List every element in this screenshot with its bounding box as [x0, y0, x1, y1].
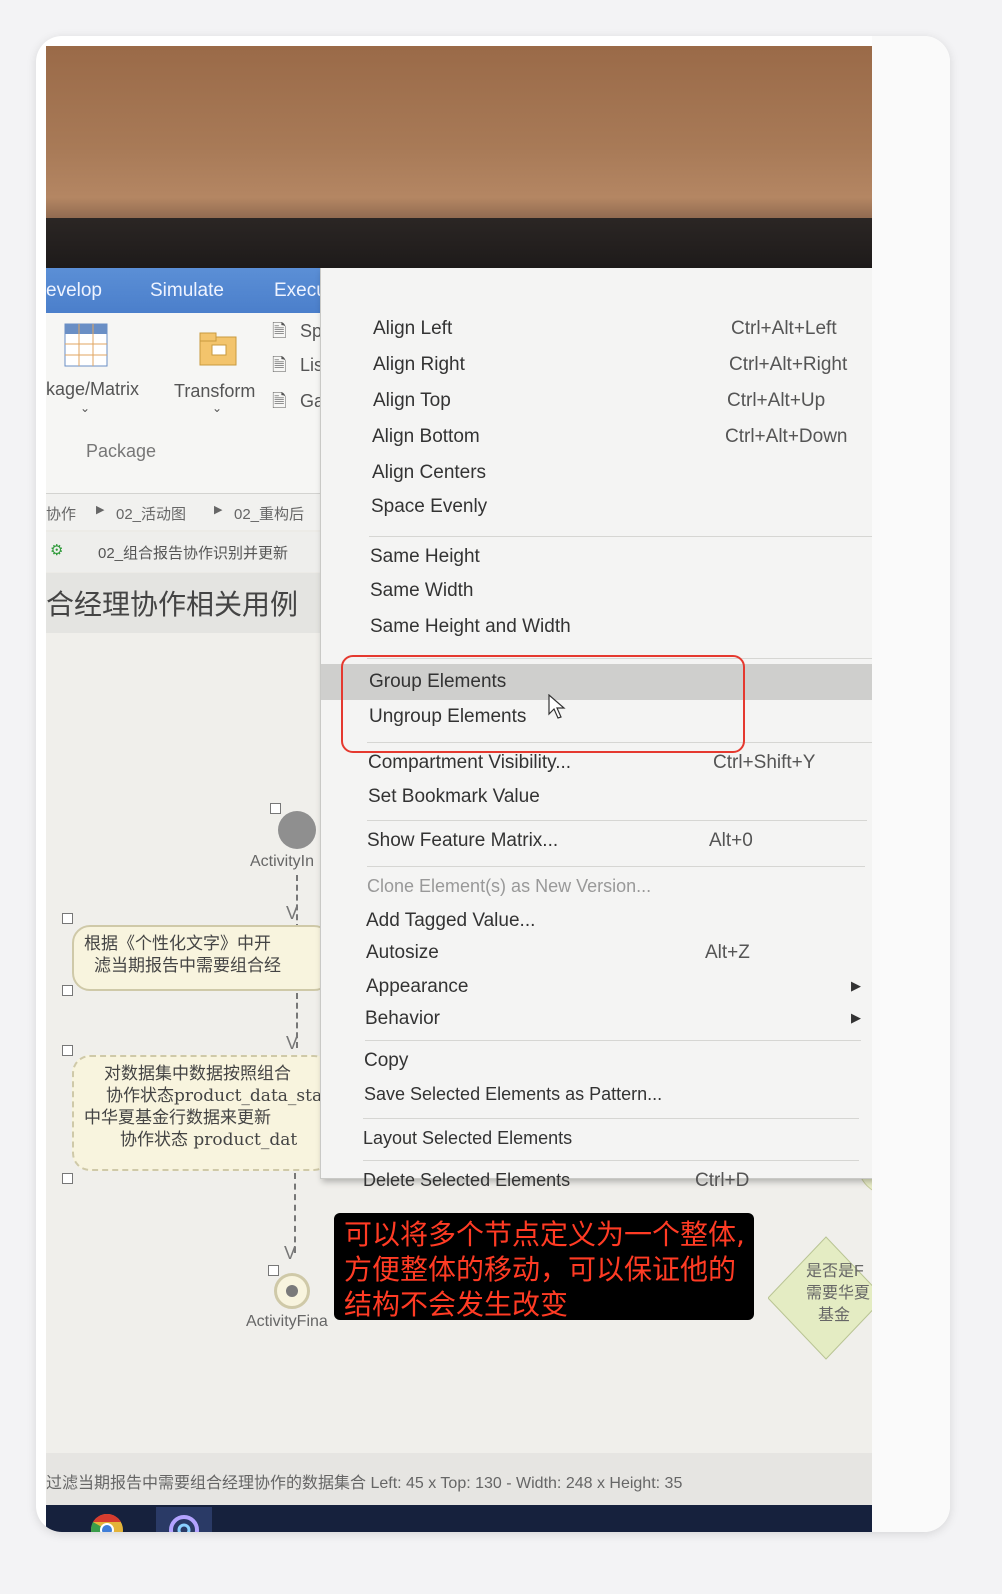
- wall-background: [46, 46, 884, 231]
- arrow-down-icon: V: [286, 1033, 299, 1053]
- tab-simulate[interactable]: Simulate: [150, 280, 224, 302]
- status-bar: 过滤当期报告中需要组合经理协作的数据集合 Left: 45 x Top: 130…: [46, 1453, 884, 1505]
- tab-develop[interactable]: evelop: [46, 280, 102, 302]
- annotation-highlight-box: [341, 655, 745, 753]
- breadcrumb-item[interactable]: 协作: [46, 503, 76, 524]
- activity-node-update[interactable]: 对数据集中数据按照组合 协作状态product_data_stat 中华夏基金行…: [72, 1055, 332, 1171]
- node-text-line: 中华夏基金行数据来更新: [84, 1108, 271, 1128]
- node-text-line: 协作状态product_data_stat: [106, 1086, 329, 1106]
- transform-button[interactable]: Transform: [174, 381, 255, 402]
- photo-card: evelop Simulate Execu kage/Matrix ⌄ Tran…: [36, 36, 950, 1532]
- chevron-down-icon[interactable]: ⌄: [80, 401, 90, 415]
- diagram-icon: ⚙: [50, 542, 64, 559]
- final-node[interactable]: [274, 1273, 310, 1309]
- menu-item-set-bookmark-value[interactable]: Set Bookmark Value: [321, 780, 884, 814]
- menu-item-align-bottom[interactable]: Align Bottom Ctrl+Alt+Down: [321, 420, 884, 454]
- menu-item-same-width[interactable]: Same Width: [321, 574, 884, 608]
- menu-item-align-right[interactable]: Align Right Ctrl+Alt+Right: [321, 348, 884, 382]
- menu-item-space-evenly[interactable]: Space Evenly▶: [321, 490, 884, 524]
- diagram-title: 合经理协作相关用例: [46, 573, 326, 633]
- menu-item-clone-element[interactable]: Clone Element(s) as New Version...: [321, 870, 884, 904]
- caption-line: 方便整体的移动，可以保证他的: [344, 1253, 737, 1286]
- chrome-icon[interactable]: [90, 1513, 124, 1532]
- taskbar-active-app[interactable]: [156, 1507, 212, 1532]
- menu-item-add-tagged-value[interactable]: Add Tagged Value...: [321, 904, 884, 938]
- submenu-arrow-icon: ▶: [851, 1010, 861, 1025]
- menu-separator: [367, 820, 867, 821]
- menu-item-behavior[interactable]: Behavior ▶: [321, 1002, 884, 1036]
- diagram-tab[interactable]: ⚙ 02_组合报告协作识别并更新: [46, 532, 326, 572]
- status-bar-text: 过滤当期报告中需要组合经理协作的数据集合 Left: 45 x Top: 130…: [46, 1475, 683, 1492]
- activity-node-filter[interactable]: 根据《个性化文字》中开 滤当期报告中需要组合经: [72, 925, 332, 991]
- ribbon-panel: kage/Matrix ⌄ Transform ⌄ 🗎 Sp 🗎 Lis 🗎 G…: [46, 313, 326, 494]
- menu-separator: [363, 1160, 859, 1161]
- submenu-arrow-icon: ▶: [851, 978, 861, 993]
- menu-item-autosize[interactable]: Autosize Alt+Z: [321, 936, 884, 970]
- menu-separator: [363, 1118, 859, 1119]
- menu-item-show-feature-matrix[interactable]: Show Feature Matrix... Alt+0: [321, 824, 884, 858]
- menu-item-delete-selected[interactable]: Delete Selected Elements Ctrl+D: [321, 1164, 884, 1198]
- subtitle-caption: 可以将多个节点定义为一个整体, 方便整体的移动，可以保证他的 结构不会发生改变: [334, 1213, 754, 1321]
- menu-item-layout-selected[interactable]: Layout Selected Elements: [321, 1122, 884, 1156]
- menu-item-same-height[interactable]: Same Height: [321, 540, 884, 574]
- doc-icon: 🗎: [272, 321, 287, 341]
- selection-handle[interactable]: [62, 985, 73, 996]
- flow-connector[interactable]: [294, 1173, 296, 1253]
- selection-handle[interactable]: [62, 1173, 73, 1184]
- selection-handle[interactable]: [268, 1265, 279, 1276]
- chevron-right-icon: ▶: [96, 504, 105, 516]
- node-text-line: 基金: [818, 1307, 851, 1324]
- package-matrix-button[interactable]: kage/Matrix: [46, 379, 139, 400]
- initial-node[interactable]: [278, 811, 316, 849]
- breadcrumb-item[interactable]: 02_活动图: [116, 503, 186, 524]
- menu-separator: [365, 1040, 861, 1041]
- transform-icon[interactable]: [198, 331, 238, 367]
- monitor-screen: evelop Simulate Execu kage/Matrix ⌄ Tran…: [46, 268, 884, 1532]
- matrix-icon[interactable]: [64, 323, 108, 367]
- menu-item-copy[interactable]: Copy: [321, 1044, 884, 1078]
- taskbar: [46, 1505, 884, 1532]
- caption-line: 结构不会发生改变: [344, 1288, 569, 1321]
- ribbon-tab-bar: evelop Simulate Execu: [46, 268, 327, 313]
- ribbon-group-label: Package: [86, 441, 157, 461]
- tab-execute[interactable]: Execu: [274, 280, 327, 302]
- node-text-line: 对数据集中数据按照组合: [104, 1064, 291, 1084]
- menu-item-same-height-and-width[interactable]: Same Height and Width: [321, 610, 884, 644]
- diagram-tab-label: 02_组合报告协作识别并更新: [98, 545, 289, 562]
- small-button-1[interactable]: Sp: [300, 321, 322, 342]
- selection-handle[interactable]: [62, 913, 73, 924]
- diagram-title-text: 合经理协作相关用例: [46, 589, 299, 620]
- decision-node-text: 是否是F 需要华夏 基金: [806, 1261, 870, 1327]
- chevron-down-icon[interactable]: ⌄: [212, 401, 222, 415]
- node-text-line: 根据《个性化文字》中开: [84, 934, 271, 954]
- final-node-label: ActivityFina: [246, 1313, 328, 1330]
- initial-node-label: ActivityIn: [250, 853, 315, 870]
- enterprise-architect-icon: [169, 1515, 199, 1532]
- doc-icon: 🗎: [272, 355, 287, 375]
- selection-handle[interactable]: [62, 1045, 73, 1056]
- menu-separator: [369, 536, 879, 537]
- menu-item-save-as-pattern[interactable]: Save Selected Elements as Pattern...: [321, 1078, 884, 1112]
- breadcrumb: 协作 ▶ 02_活动图 ▶ 02_重构后: [46, 494, 326, 530]
- arrow-down-icon: V: [284, 1243, 297, 1263]
- arrow-down-icon: V: [286, 903, 299, 923]
- menu-separator: [367, 866, 865, 867]
- mouse-cursor-icon: [548, 694, 566, 719]
- doc-icon: 🗎: [272, 391, 287, 411]
- node-text-line: 需要华夏: [806, 1285, 871, 1302]
- selection-handle[interactable]: [270, 803, 281, 814]
- node-text-line: 滤当期报告中需要组合经: [94, 956, 281, 976]
- node-text-line: 协作状态 product_dat: [120, 1130, 298, 1150]
- menu-item-appearance[interactable]: Appearance ▶: [321, 970, 884, 1004]
- breadcrumb-item[interactable]: 02_重构后: [234, 503, 304, 524]
- node-text-line: 是否是F: [806, 1263, 864, 1280]
- final-node-core: [286, 1285, 298, 1297]
- card-margin: [872, 36, 950, 1532]
- menu-item-align-left[interactable]: Align Left Ctrl+Alt+Left: [321, 312, 884, 346]
- menu-item-align-top[interactable]: Align Top Ctrl+Alt+Up: [321, 384, 884, 418]
- caption-line: 可以将多个节点定义为一个整体,: [344, 1218, 745, 1251]
- menu-item-align-centers[interactable]: Align Centers▶: [321, 456, 884, 490]
- chevron-right-icon: ▶: [214, 504, 223, 516]
